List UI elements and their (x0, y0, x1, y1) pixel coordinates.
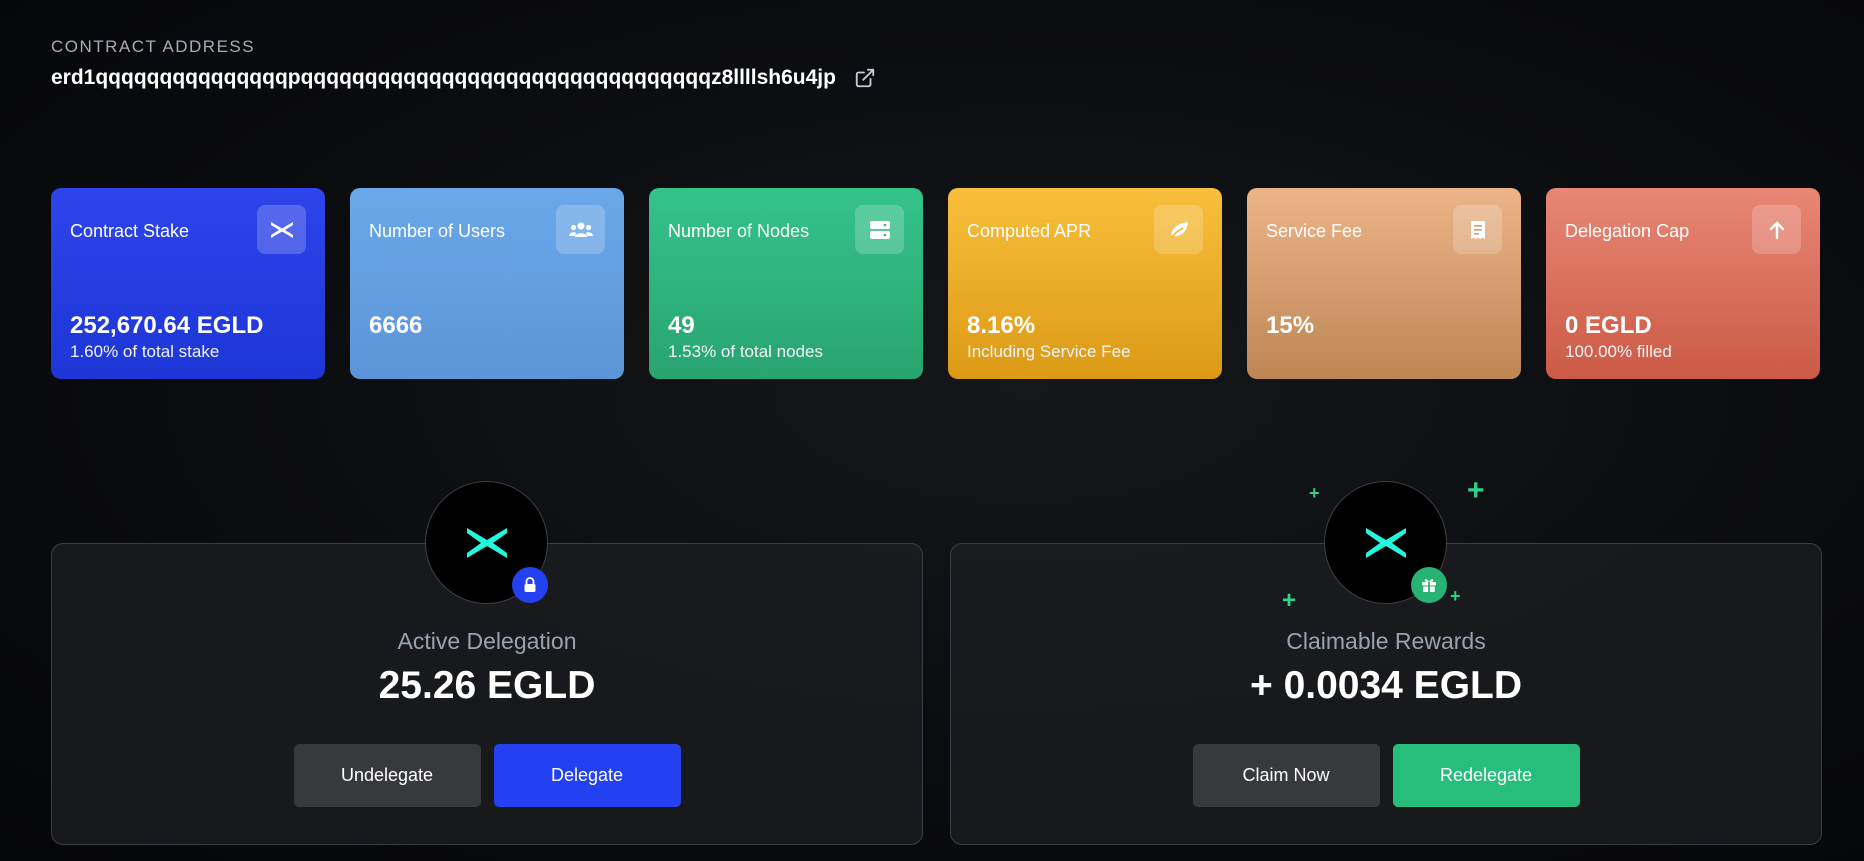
claimable-rewards-value: + 0.0034 EGLD (1249, 664, 1523, 707)
card-service-fee: Service Fee 15% (1247, 188, 1521, 379)
card-subtext: 100.00% filled (1565, 342, 1672, 361)
sparkle-plus-icon: + (1309, 483, 1320, 503)
claim-now-button[interactable]: Claim Now (1192, 744, 1380, 807)
active-delegation-value: 25.26 EGLD (378, 664, 596, 707)
claimable-rewards-title: Claimable Rewards (1286, 628, 1486, 654)
card-value: 49 (668, 312, 695, 339)
card-number-of-nodes: Number of Nodes 49 1.53% of total nodes (649, 188, 923, 379)
card-value: 15% (1266, 312, 1315, 339)
gift-icon (1411, 567, 1447, 603)
card-number-of-users: Number of Users 6666 (350, 188, 624, 379)
card-value: 252,670.64 EGLD (70, 312, 264, 339)
card-delegation-cap: Delegation Cap 0 EGLD 100.00% filled (1546, 188, 1820, 379)
card-subtext: 1.60% of total stake (70, 342, 220, 361)
card-subtext: Including Service Fee (967, 342, 1131, 361)
sparkle-plus-icon: + (1467, 474, 1485, 507)
contract-address-row: erd1qqqqqqqqqqqqqqqpqqqqqqqqqqqqqqqqqqqq… (51, 66, 876, 90)
card-computed-apr: Computed APR 8.16% Including Service Fee (948, 188, 1222, 379)
multiversx-icon (257, 205, 306, 254)
card-subtext: 1.53% of total nodes (668, 342, 824, 361)
users-icon (556, 205, 605, 254)
contract-address-value: erd1qqqqqqqqqqqqqqqpqqqqqqqqqqqqqqqqqqqq… (51, 66, 836, 89)
server-icon (855, 205, 904, 254)
lock-icon (512, 567, 548, 603)
receipt-icon (1453, 205, 1502, 254)
delegate-button[interactable]: Delegate (493, 744, 681, 807)
arrow-up-icon (1752, 205, 1801, 254)
rewards-actions: Claim Now Redelegate (951, 744, 1821, 807)
undelegate-button[interactable]: Undelegate (293, 744, 481, 807)
card-contract-stake: Contract Stake 252,670.64 EGLD 1.60% of … (51, 188, 325, 379)
sparkle-plus-icon: + (1450, 586, 1461, 606)
card-value: 8.16% (967, 312, 1036, 339)
stats-cards: Contract Stake 252,670.64 EGLD 1.60% of … (51, 188, 1820, 379)
active-delegation-title: Active Delegation (397, 628, 577, 654)
contract-address-label: CONTRACT ADDRESS (51, 37, 256, 56)
multiversx-icon (1365, 527, 1406, 558)
redelegate-button[interactable]: Redelegate (1392, 744, 1580, 807)
contract-address-section: CONTRACT ADDRESS erd1qqqqqqqqqqqqqqqpqqq… (51, 37, 876, 90)
card-value: 6666 (369, 312, 423, 339)
sparkle-plus-icon: + (1282, 587, 1297, 614)
multiversx-icon (466, 527, 507, 558)
external-link-icon[interactable] (854, 67, 876, 89)
leaf-icon (1154, 205, 1203, 254)
card-value: 0 EGLD (1565, 312, 1652, 339)
delegation-actions: Undelegate Delegate (52, 744, 922, 807)
